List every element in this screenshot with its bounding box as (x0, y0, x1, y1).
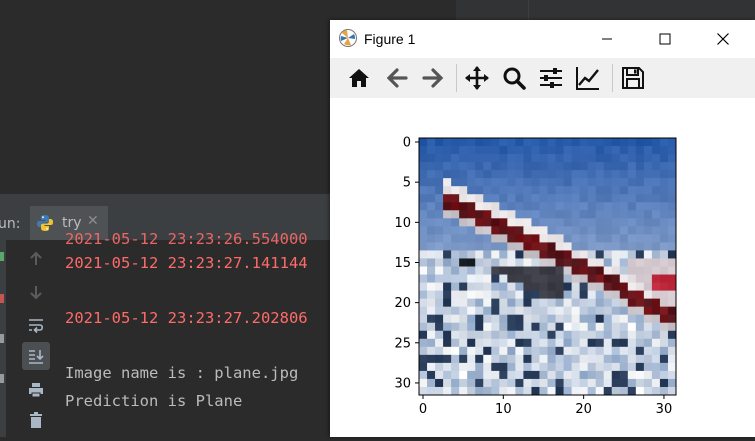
x-tick-label: 20 (575, 402, 592, 417)
pan-button[interactable] (462, 63, 492, 93)
layout-icon[interactable] (0, 334, 4, 343)
home-button[interactable] (344, 63, 374, 93)
figure-window: Figure 1 0 10 20 30 0 5 10 15 20 25 30 (330, 20, 755, 437)
figure-canvas[interactable]: 0 10 20 30 0 5 10 15 20 25 30 (330, 98, 755, 437)
zoom-icon (503, 67, 526, 90)
console-output[interactable]: 2021-05-12 23:23:26.554000 2021-05-12 23… (50, 230, 340, 437)
figure-toolbar (330, 58, 755, 99)
minimize-button[interactable] (578, 20, 636, 58)
home-icon (349, 69, 369, 87)
configure-subplots-icon (540, 68, 562, 88)
tab-close-icon[interactable]: ✕ (87, 213, 99, 229)
plot-svg: 0 10 20 30 0 5 10 15 20 25 30 (394, 136, 677, 417)
close-button[interactable] (694, 20, 752, 58)
run-label: un: (0, 216, 21, 232)
arrow-up-icon[interactable] (22, 245, 50, 273)
tab-label: try (62, 215, 82, 231)
figure-titlebar[interactable]: Figure 1 (330, 20, 755, 58)
scroll-to-end-icon[interactable] (22, 342, 50, 370)
edit-axis-button[interactable] (573, 63, 603, 93)
edit-axis-icon (576, 67, 599, 90)
trash-icon[interactable] (22, 406, 50, 434)
pin-icon[interactable] (0, 374, 4, 383)
arrow-down-icon[interactable] (22, 278, 50, 306)
forward-icon (422, 68, 444, 88)
x-tick-label: 10 (495, 402, 512, 417)
image-pixels (419, 138, 677, 396)
python-icon (36, 214, 54, 232)
editor-gutter-strip (456, 0, 755, 20)
maximize-button[interactable] (636, 20, 694, 58)
close-icon (717, 33, 729, 45)
y-tick-label: 15 (394, 256, 411, 271)
zoom-button[interactable] (499, 63, 529, 93)
console-line: 2021-05-12 23:23:26.554000 (65, 230, 308, 248)
minimize-icon (602, 38, 612, 40)
console-line: Image name is : plane.jpg (65, 364, 299, 382)
y-tick-label: 10 (394, 216, 411, 231)
y-tick-label: 20 (394, 296, 411, 311)
console-line: Prediction is Plane (65, 392, 243, 410)
maximize-icon (659, 33, 671, 45)
stop-icon[interactable] (0, 294, 4, 303)
toolbar-separator (612, 64, 613, 92)
forward-button[interactable] (418, 63, 448, 93)
rerun-icon[interactable] (0, 252, 4, 261)
save-button[interactable] (618, 63, 648, 93)
print-icon[interactable] (22, 376, 50, 404)
configure-subplots-button[interactable] (536, 63, 566, 93)
x-tick-label: 0 (419, 402, 427, 417)
figure-title: Figure 1 (364, 31, 416, 47)
x-tick-label: 30 (656, 402, 673, 417)
console-toolbar (6, 240, 50, 437)
back-icon (386, 68, 408, 88)
console-line: 2021-05-12 23:23:27.141144 (65, 254, 308, 272)
y-tick-label: 25 (394, 336, 411, 351)
y-tick-label: 5 (403, 176, 411, 191)
save-icon (622, 67, 644, 89)
back-button[interactable] (382, 63, 412, 93)
soft-wrap-icon[interactable] (22, 311, 50, 339)
y-tick-label: 30 (394, 376, 411, 391)
pan-icon (465, 66, 489, 90)
matplotlib-icon (338, 28, 358, 48)
y-tick-label: 0 (403, 136, 411, 151)
console-line: 2021-05-12 23:23:27.202806 (65, 309, 308, 327)
toolbar-separator (456, 64, 457, 92)
